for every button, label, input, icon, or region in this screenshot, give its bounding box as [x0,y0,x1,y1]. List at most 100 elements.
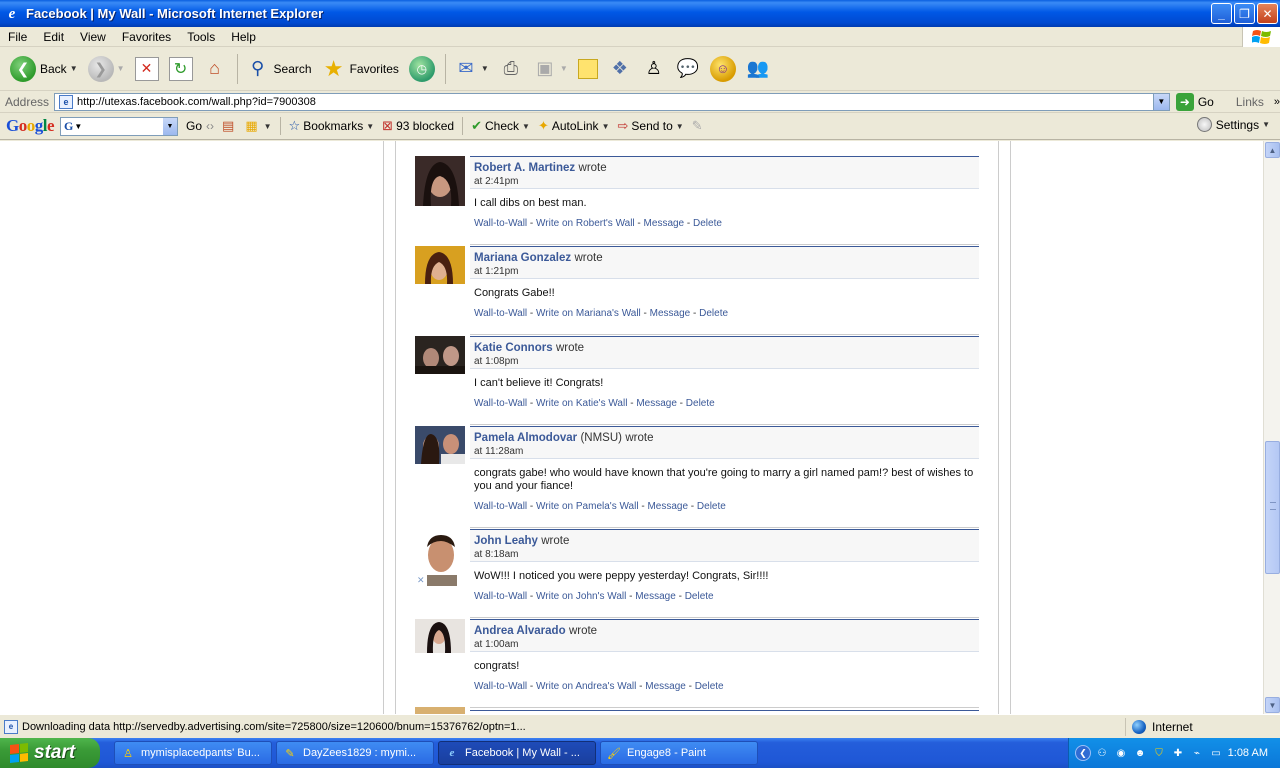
window-title-bar[interactable]: e Facebook | My Wall - Microsoft Interne… [0,0,1280,27]
clock[interactable]: 1:08 AM [1228,747,1268,759]
delete-link[interactable]: Delete [697,501,726,512]
google-search-input[interactable]: G ▼ ▼ [60,116,179,136]
spellcheck-button[interactable]: ✔ Check ▼ [471,118,530,134]
menu-view[interactable]: View [72,30,114,44]
vertical-scrollbar[interactable]: ▲ ▼ [1263,141,1280,714]
scroll-up-icon[interactable]: ▲ [1265,142,1280,158]
google-search-dropdown-icon[interactable]: ▼ [163,117,178,135]
highlighter-button[interactable]: ✎ [692,118,706,134]
scroll-down-icon[interactable]: ▼ [1265,697,1280,713]
check-dropdown-icon[interactable]: ▼ [522,122,530,131]
settings-button[interactable]: Settings ▼ [1196,117,1270,132]
display-icon[interactable]: ▭ [1208,745,1224,761]
taskbar-item-facebook[interactable]: e Facebook | My Wall - ... [438,741,596,765]
links-button[interactable]: Links [1236,95,1264,109]
taskbar-item-aim-buddy[interactable]: ♙ mymisplacedpants' Bu... [114,741,272,765]
mail-dropdown-icon[interactable]: ▼ [481,64,489,73]
wall-to-wall-link[interactable]: Wall-to-Wall [474,308,527,319]
post-author-link[interactable]: Andrea Alvarado [474,625,566,637]
post-author-link[interactable]: Robert A. Martinez [474,162,575,174]
wall-to-wall-link[interactable]: Wall-to-Wall [474,591,527,602]
search-button[interactable]: ⚲ Search [242,50,316,88]
post-author-link[interactable]: Katie Connors [474,342,553,354]
menu-tools[interactable]: Tools [179,30,223,44]
research-button[interactable]: ❖ [604,50,636,88]
message-link[interactable]: Message [645,681,686,692]
message-link[interactable]: Message [636,398,677,409]
wall-to-wall-link[interactable]: Wall-to-Wall [474,681,527,692]
wall-to-wall-link[interactable]: Wall-to-Wall [474,501,527,512]
print-button[interactable]: ⎙ [495,50,527,88]
settings-dropdown-icon[interactable]: ▼ [1262,120,1270,129]
antivirus-icon[interactable]: ✚ [1170,745,1186,761]
menu-edit[interactable]: Edit [35,30,72,44]
security-shield-icon[interactable]: ⛉ [1151,745,1167,761]
bookmarks-dropdown-icon[interactable]: ▼ [366,122,374,131]
maximize-button[interactable]: ❐ [1234,3,1255,24]
google-apps-button[interactable]: ▦ ▼ [245,118,271,134]
network-icon[interactable]: ⚇ [1094,745,1110,761]
menu-file[interactable]: File [0,30,35,44]
address-field[interactable]: e ▼ [54,92,1170,111]
note-button[interactable] [574,50,602,88]
mail-button[interactable]: ✉ ▼ [450,50,493,88]
menu-favorites[interactable]: Favorites [114,30,179,44]
avatar[interactable]: ✕ [415,529,465,586]
edit-dropdown-icon[interactable]: ▼ [560,64,568,73]
google-g-dropdown-icon[interactable]: ▼ [74,122,82,131]
security-zone[interactable]: Internet [1125,718,1193,736]
write-on-wall-link[interactable]: Write on Robert's Wall [536,218,635,229]
write-on-wall-link[interactable]: Write on Katie's Wall [536,398,627,409]
news-button[interactable]: ▤ [222,118,237,134]
google-logo[interactable]: Google [6,116,55,136]
go-button[interactable]: ➜ Go [1175,92,1214,111]
menu-help[interactable]: Help [223,30,264,44]
avatar[interactable] [415,707,465,714]
bluetooth-icon[interactable]: ⌁ [1189,745,1205,761]
edit-button[interactable]: ▣ ▼ [529,50,572,88]
post-author-link[interactable]: Mariana Gonzalez [474,252,571,264]
stop-button[interactable]: ✕ [131,50,163,88]
message-link[interactable]: Message [650,308,691,319]
wall-to-wall-link[interactable]: Wall-to-Wall [474,398,527,409]
delete-link[interactable]: Delete [686,398,715,409]
post-author-link[interactable]: Pamela Almodovar [474,432,577,444]
page-viewport[interactable]: Robert A. Martinez wrote at 2:41pm I cal… [0,141,1263,714]
delete-link[interactable]: Delete [695,681,724,692]
autolink-button[interactable]: ✦ AutoLink ▼ [538,118,610,134]
bookmarks-button[interactable]: ☆ Bookmarks ▼ [289,118,375,134]
message-link[interactable]: Message [647,501,688,512]
close-button[interactable]: ✕ [1257,3,1278,24]
send-to-dropdown-icon[interactable]: ▼ [676,122,684,131]
scrollbar-thumb[interactable] [1265,441,1280,574]
refresh-button[interactable]: ↻ [165,50,197,88]
avatar[interactable] [415,156,465,206]
apps-dropdown-icon[interactable]: ▼ [264,122,272,131]
google-go-button[interactable]: Go ‹› [186,119,214,133]
autolink-dropdown-icon[interactable]: ▼ [602,122,610,131]
wall-to-wall-link[interactable]: Wall-to-Wall [474,218,527,229]
start-button[interactable]: start [0,738,100,768]
discuss-button[interactable]: 💬 [672,50,704,88]
forward-dropdown-icon[interactable]: ▼ [117,64,125,73]
address-dropdown-icon[interactable]: ▼ [1152,93,1169,110]
volume-icon[interactable]: ◉ [1113,745,1129,761]
write-on-wall-link[interactable]: Write on Pamela's Wall [536,501,639,512]
write-on-wall-link[interactable]: Write on John's Wall [536,591,626,602]
delete-link[interactable]: Delete [693,218,722,229]
messenger-button[interactable]: 👥 [742,50,774,88]
aim-button[interactable]: ♙ [638,50,670,88]
write-on-wall-link[interactable]: Write on Mariana's Wall [536,308,641,319]
avatar[interactable] [415,619,465,653]
history-button[interactable]: ◷ [405,50,439,88]
address-input[interactable] [77,95,1158,108]
post-author-link[interactable]: John Leahy [474,535,538,547]
delete-link[interactable]: Delete [699,308,728,319]
forward-button[interactable]: ❯ ▼ [84,50,129,88]
popup-blocker-button[interactable]: ⊠ 93 blocked [382,118,454,134]
back-dropdown-icon[interactable]: ▼ [70,64,78,73]
yahoo-button[interactable]: ☺ [706,50,740,88]
message-link[interactable]: Message [635,591,676,602]
taskbar-item-im-chat[interactable]: ✎ DayZees1829 : mymi... [276,741,434,765]
send-to-button[interactable]: ⇨ Send to ▼ [617,118,683,134]
